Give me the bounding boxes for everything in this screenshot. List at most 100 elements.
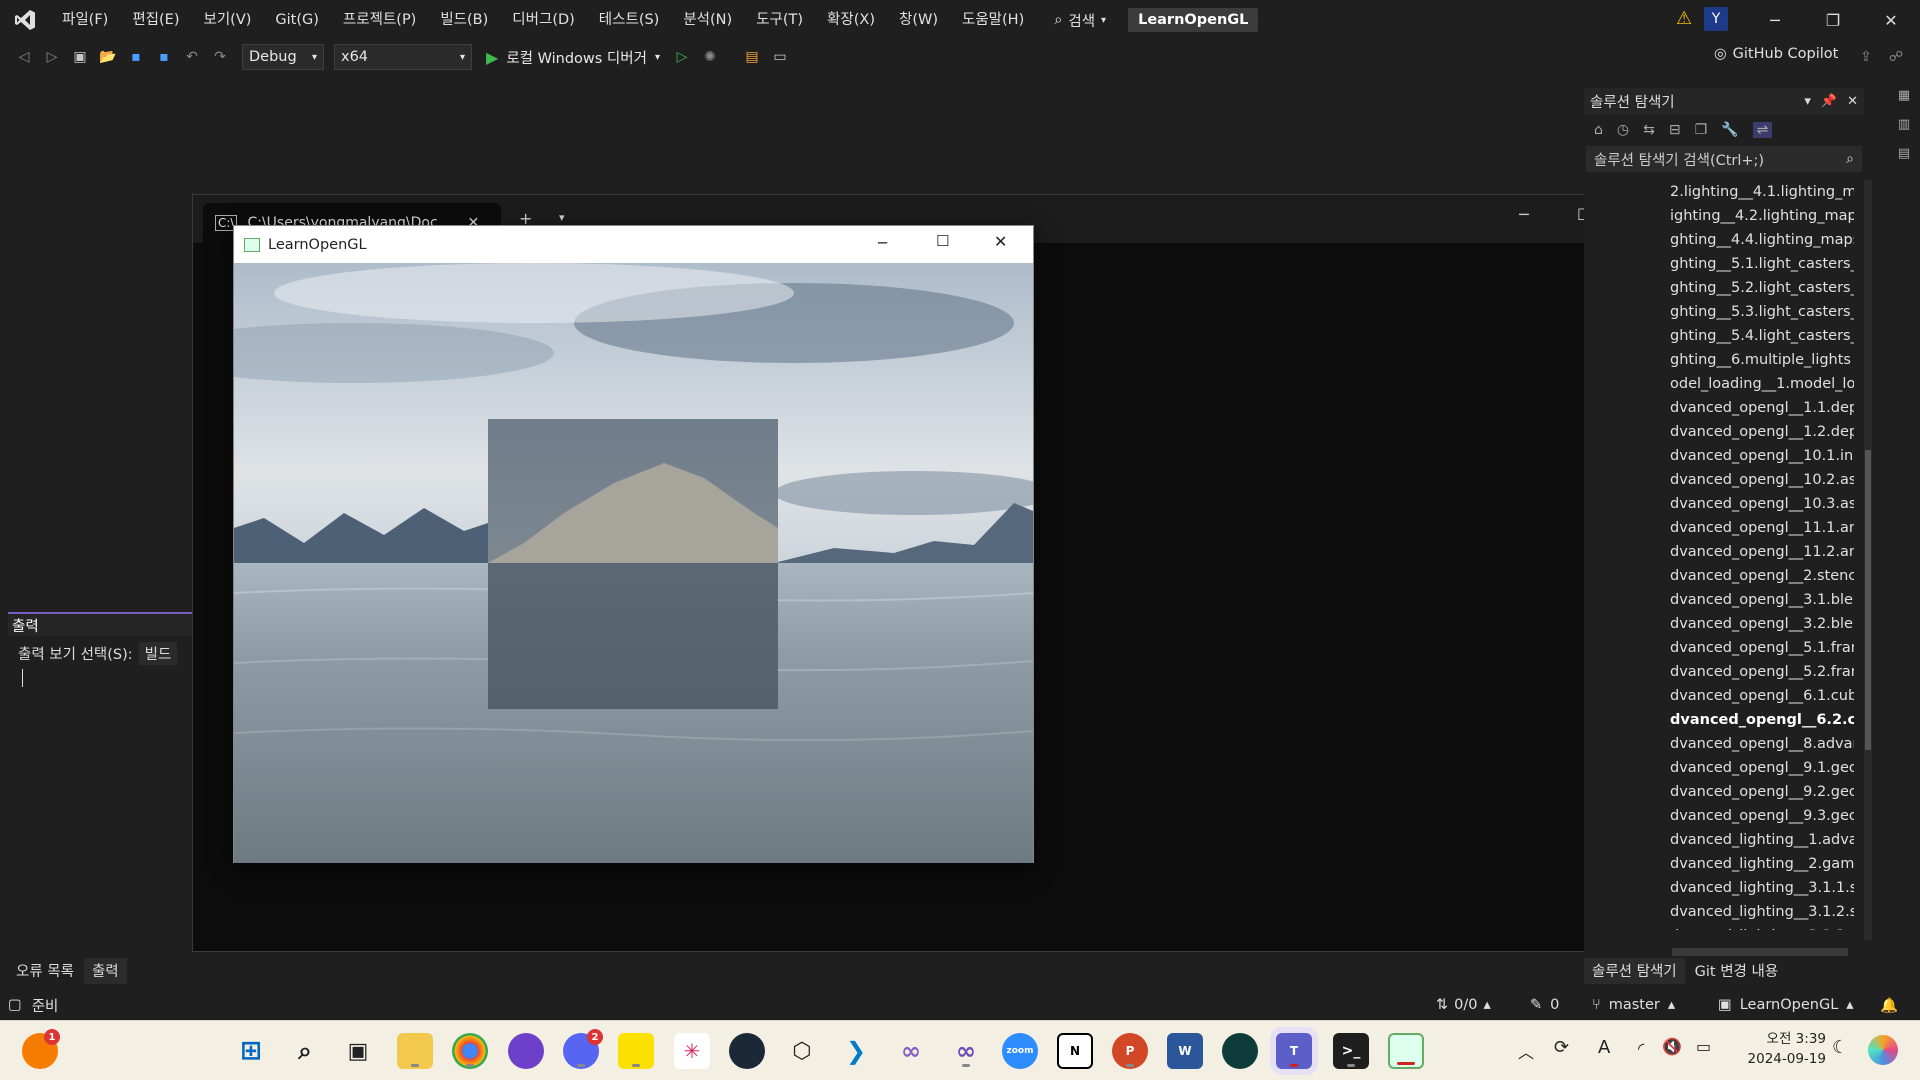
- menu-build[interactable]: 빌드(B): [428, 0, 500, 40]
- menu-analyze[interactable]: 분석(N): [671, 0, 744, 40]
- terminal-app-icon[interactable]: >_: [1333, 1033, 1369, 1069]
- menu-tools[interactable]: 도구(T): [744, 0, 815, 40]
- menu-edit[interactable]: 편집(E): [120, 0, 191, 40]
- save-icon[interactable]: ▪: [124, 45, 148, 69]
- solution-search-input[interactable]: 솔루션 탐색기 검색(Ctrl+;): [1594, 149, 1764, 170]
- solution-tree-item[interactable]: ghting__5.1.light_casters_dire: [1670, 252, 1854, 276]
- copy-icon[interactable]: ❐: [1695, 122, 1708, 138]
- solution-tree-item[interactable]: dvanced_lighting__1.advanc: [1670, 828, 1854, 852]
- history-icon[interactable]: ◷: [1617, 122, 1629, 138]
- restore-icon[interactable]: ❐: [1804, 0, 1862, 40]
- menu-window[interactable]: 창(W): [887, 0, 950, 40]
- new-project-icon[interactable]: ▣: [68, 45, 92, 69]
- back-icon[interactable]: ◁: [12, 45, 36, 69]
- wifi-icon[interactable]: ◜: [1638, 1039, 1644, 1058]
- word-icon[interactable]: W: [1167, 1033, 1203, 1069]
- properties-icon[interactable]: 🔧: [1721, 122, 1738, 138]
- slack-icon[interactable]: ✳: [674, 1033, 710, 1069]
- share-icon[interactable]: ⇪: [1854, 45, 1878, 69]
- volume-muted-icon[interactable]: 🔇: [1662, 1037, 1682, 1056]
- chrome-icon[interactable]: [452, 1033, 488, 1069]
- start-without-debug-icon[interactable]: ▷: [670, 45, 694, 69]
- close-icon[interactable]: ✕: [994, 232, 1007, 251]
- discord-icon[interactable]: 2: [563, 1029, 603, 1069]
- save-all-icon[interactable]: ▪: [152, 45, 176, 69]
- sync-icon[interactable]: ⟳: [1554, 1037, 1569, 1058]
- toolbox-icon[interactable]: ▥: [1898, 117, 1910, 132]
- notion-icon[interactable]: N: [1057, 1033, 1093, 1069]
- clock[interactable]: 오전 3:39 2024-09-19: [1730, 1029, 1826, 1069]
- opengl-render-canvas[interactable]: [234, 263, 1033, 863]
- menu-view[interactable]: 보기(V): [192, 0, 264, 40]
- solution-tree-item[interactable]: dvanced_opengl__11.2.anti_a: [1670, 540, 1854, 564]
- forward-icon[interactable]: ▷: [40, 45, 64, 69]
- chevron-down-icon[interactable]: ▾: [559, 211, 565, 224]
- solution-tree-item[interactable]: dvanced_opengl__11.1.anti_a: [1670, 516, 1854, 540]
- feedback-icon[interactable]: ☍: [1884, 45, 1908, 69]
- search-button[interactable]: ⌕ 검색 ▾: [1044, 0, 1116, 40]
- solution-tree-item[interactable]: dvanced_opengl__9.2.geome: [1670, 780, 1854, 804]
- start-debug-button[interactable]: ▶ 로컬 Windows 디버거 ▾: [486, 47, 660, 68]
- zoom-icon[interactable]: zoom: [1002, 1033, 1038, 1069]
- teams-icon[interactable]: T: [1276, 1033, 1312, 1069]
- collapse-icon[interactable]: ⊟: [1669, 122, 1681, 138]
- visual-studio-logo-icon[interactable]: [0, 0, 50, 40]
- solution-tree-item[interactable]: dvanced_opengl__10.2.asterc: [1670, 468, 1854, 492]
- chevron-up-icon[interactable]: ︿: [1518, 1039, 1534, 1063]
- copilot-button[interactable]: ◎ GitHub Copilot: [1714, 46, 1838, 62]
- solution-tree-item[interactable]: dvanced_opengl__10.3.asterc: [1670, 492, 1854, 516]
- notification-icon[interactable]: 🔔: [1880, 997, 1898, 1014]
- solution-tree-item[interactable]: dvanced_opengl__9.1.geome: [1670, 756, 1854, 780]
- avatar[interactable]: Y: [1704, 7, 1728, 31]
- solution-tree-item[interactable]: ighting__4.2.lighting_maps_s: [1670, 204, 1854, 228]
- maximize-icon[interactable]: ☐: [936, 232, 949, 250]
- redo-icon[interactable]: ↷: [208, 45, 232, 69]
- undo-icon[interactable]: ↶: [180, 45, 204, 69]
- visual-studio-icon[interactable]: ∞: [893, 1033, 929, 1069]
- solution-tree-item[interactable]: dvanced_opengl__8.advance: [1670, 732, 1854, 756]
- minimize-icon[interactable]: ─: [1519, 205, 1529, 224]
- solution-tree-item[interactable]: dvanced_opengl__6.2.cuber: [1670, 708, 1854, 732]
- solution-search-box[interactable]: 솔루션 탐색기 검색(Ctrl+;) ⌕: [1586, 146, 1862, 172]
- menu-git[interactable]: Git(G): [263, 0, 331, 40]
- tab-solution-explorer[interactable]: 솔루션 탐색기: [1584, 958, 1685, 984]
- file-explorer-icon[interactable]: [397, 1033, 433, 1069]
- solution-tree-item[interactable]: dvanced_opengl__6.1.cubem: [1670, 684, 1854, 708]
- start-icon[interactable]: ⊞: [233, 1033, 269, 1069]
- unity-icon[interactable]: ⬡: [784, 1033, 820, 1069]
- vscode-icon[interactable]: ❯: [838, 1033, 874, 1069]
- menu-test[interactable]: 테스트(S): [587, 0, 672, 40]
- solution-tree-item[interactable]: ghting__4.4.lighting_maps_e: [1670, 228, 1854, 252]
- solution-tree-item[interactable]: dvanced_opengl__10.1.instar: [1670, 444, 1854, 468]
- opengl-window[interactable]: LearnOpenGL ─ ☐ ✕: [233, 225, 1034, 863]
- solution-tree-item[interactable]: dvanced_opengl__1.2.depth_: [1670, 420, 1854, 444]
- menu-project[interactable]: 프로젝트(P): [331, 0, 428, 40]
- solution-tree-item[interactable]: dvanced_lighting__3.1.1.shac: [1670, 876, 1854, 900]
- solution-tree-item[interactable]: 2.lighting__4.1.lighting_maps_d: [1670, 180, 1854, 204]
- visual-studio-preview-icon[interactable]: ∞: [948, 1033, 984, 1069]
- close-icon[interactable]: ✕: [1847, 94, 1858, 109]
- chatgpt-icon[interactable]: [1222, 1033, 1258, 1069]
- sync-icon[interactable]: ⇆: [1643, 122, 1655, 138]
- vertical-scrollbar[interactable]: [1864, 180, 1872, 940]
- solution-tree-item[interactable]: dvanced_opengl__1.1.depth_: [1670, 396, 1854, 420]
- solution-tree-item[interactable]: dvanced_opengl__3.1.blendi: [1670, 588, 1854, 612]
- preview-icon[interactable]: ⇌: [1752, 122, 1773, 138]
- server-explorer-icon[interactable]: ▦: [1898, 88, 1910, 103]
- solution-tree-item[interactable]: odel_loading__1.model_loac: [1670, 372, 1854, 396]
- weather-widget-icon[interactable]: 1: [22, 1029, 60, 1069]
- battery-icon[interactable]: ▭: [1696, 1037, 1711, 1056]
- tab-error-list[interactable]: 오류 목록: [8, 958, 82, 984]
- pending-indicator[interactable]: ✎ 0: [1530, 997, 1559, 1013]
- solution-tree-item[interactable]: ghting__5.4.light_casters_spo: [1670, 324, 1854, 348]
- copilot-taskbar-icon[interactable]: [1868, 1035, 1898, 1065]
- layout-icon[interactable]: ▭: [768, 45, 792, 69]
- output-source-select[interactable]: 빌드: [138, 642, 178, 665]
- solution-tree-item[interactable]: dvanced_opengl__5.1.framet: [1670, 636, 1854, 660]
- hot-reload-icon[interactable]: ✺: [698, 45, 722, 69]
- task-view-icon[interactable]: ▣: [340, 1033, 376, 1069]
- menu-debug[interactable]: 디버그(D): [500, 0, 587, 40]
- platform-select[interactable]: x64 ▾: [334, 44, 472, 70]
- minimize-icon[interactable]: ─: [1746, 0, 1804, 40]
- warning-icon[interactable]: ⚠: [1676, 8, 1692, 29]
